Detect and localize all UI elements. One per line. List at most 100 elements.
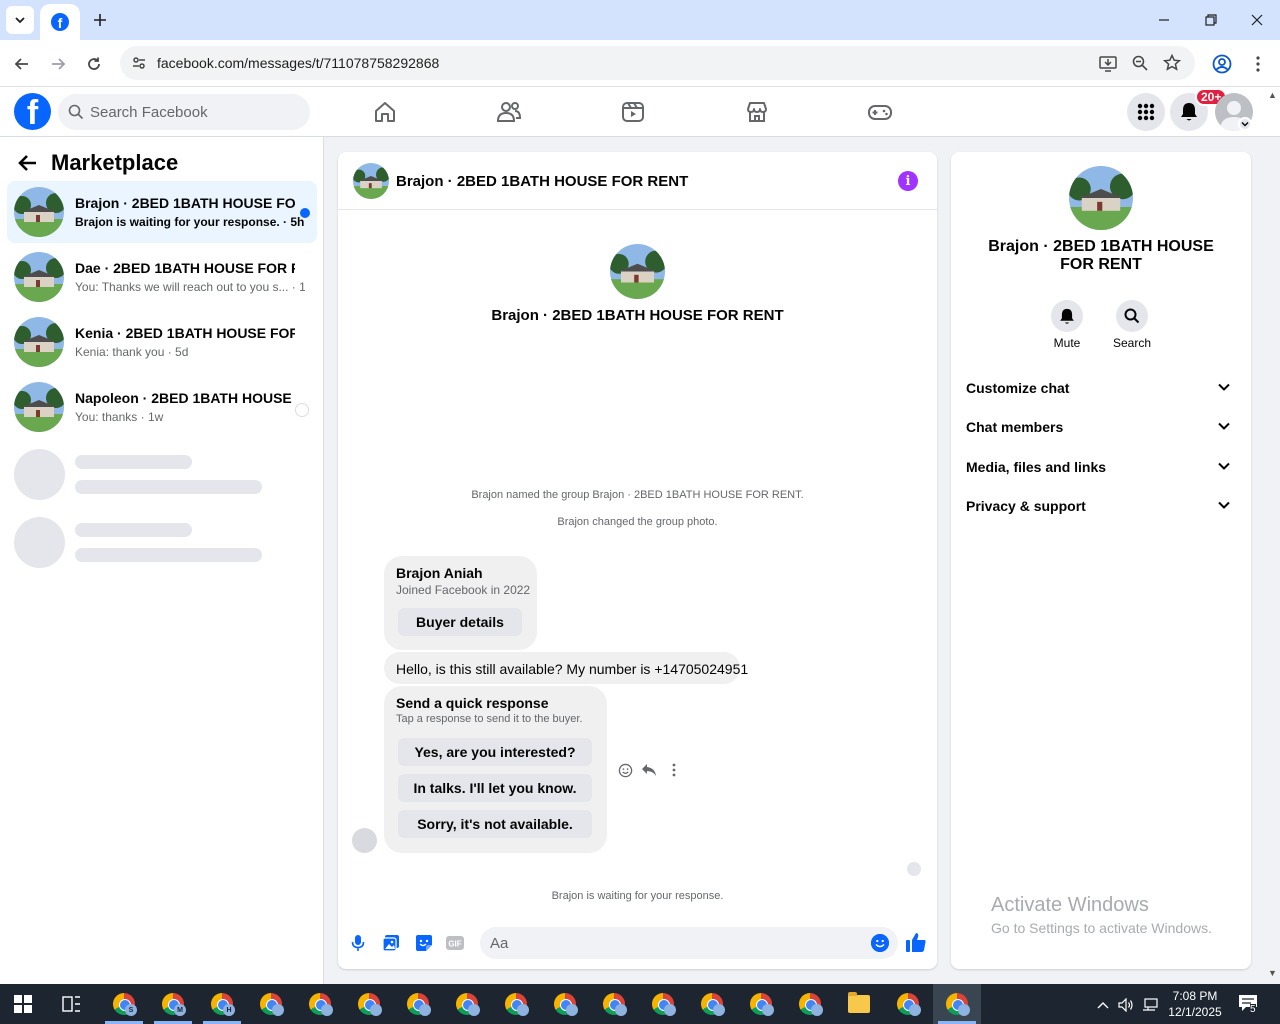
search-in-chat-button[interactable] <box>1116 300 1148 332</box>
taskbar-chrome-profile-m[interactable]: M <box>159 990 187 1018</box>
message-input[interactable] <box>490 927 850 959</box>
profile-user-icon <box>615 1004 627 1016</box>
buyer-details-button[interactable]: Buyer details <box>398 608 522 636</box>
info-icon[interactable]: i <box>898 171 918 191</box>
task-view-icon[interactable] <box>62 995 82 1013</box>
browser-tab-facebook[interactable]: f <box>40 4 80 40</box>
reload-button[interactable] <box>80 50 108 78</box>
taskbar-chrome-window[interactable] <box>453 990 481 1018</box>
system-clock[interactable]: 7:08 PM 12/1/2025 <box>1162 988 1228 1020</box>
address-bar[interactable]: facebook.com/messages/t/711078758292868 <box>120 46 1195 80</box>
taskbar-chrome-window[interactable] <box>600 990 628 1018</box>
tab-search-dropdown[interactable] <box>6 6 34 34</box>
sticker-button[interactable] <box>413 932 435 954</box>
taskbar-chrome-window[interactable] <box>747 990 775 1018</box>
taskbar-chrome-window[interactable] <box>306 990 334 1018</box>
listing-thumbnail <box>14 252 64 302</box>
nav-video[interactable] <box>617 97 649 127</box>
profile-user-icon <box>762 1004 774 1016</box>
smiley-icon <box>618 763 632 777</box>
taskbar-chrome-window[interactable] <box>404 990 432 1018</box>
loading-placeholder-avatar <box>14 517 65 568</box>
bookmark-star-icon[interactable] <box>1162 53 1182 73</box>
nav-friends[interactable] <box>493 97 525 127</box>
conversation-item-napoleon[interactable]: Napoleon · 2BED 1BATH HOUSE ... You: tha… <box>7 376 317 438</box>
profile-letter: H <box>223 1004 235 1016</box>
taskbar-chrome-window[interactable] <box>355 990 383 1018</box>
facebook-logo-icon[interactable]: f <box>14 93 51 130</box>
taskbar-chrome-active-window[interactable] <box>943 990 971 1018</box>
chat-avatar[interactable] <box>353 163 389 199</box>
quick-response-option[interactable]: Sorry, it's not available. <box>398 810 592 838</box>
minimize-button[interactable] <box>1141 0 1187 40</box>
mute-button[interactable] <box>1051 300 1083 332</box>
restore-button[interactable] <box>1188 0 1234 40</box>
voice-clip-button[interactable] <box>347 932 369 954</box>
taskbar-chrome-window[interactable] <box>894 990 922 1018</box>
conversation-item-dae[interactable]: Dae · 2BED 1BATH HOUSE FOR RE... You: Th… <box>7 246 317 308</box>
section-chat-members[interactable]: Chat members <box>959 408 1243 446</box>
section-customize-chat[interactable]: Customize chat <box>959 369 1243 407</box>
taskbar-chrome-window[interactable] <box>502 990 530 1018</box>
taskbar-chrome-profile-s[interactable]: S <box>110 990 138 1018</box>
zoom-icon[interactable] <box>1130 53 1150 73</box>
taskbar-chrome-window[interactable] <box>796 990 824 1018</box>
taskbar-chrome-window[interactable] <box>551 990 579 1018</box>
more-options-button[interactable] <box>664 760 684 780</box>
marketplace-title: Marketplace <box>51 150 179 175</box>
taskbar-chrome-profile-h[interactable]: H <box>208 990 236 1018</box>
section-label: Customize chat <box>966 380 1070 396</box>
network-icon[interactable] <box>1141 996 1159 1014</box>
react-button[interactable] <box>615 760 635 780</box>
show-hidden-icons[interactable] <box>1094 996 1112 1014</box>
nav-home[interactable] <box>369 97 401 127</box>
like-send-button[interactable] <box>905 931 927 953</box>
taskbar-file-explorer[interactable] <box>845 990 873 1018</box>
scrollbar-up-arrow[interactable]: ▲ <box>1268 90 1278 100</box>
reload-icon <box>88 57 100 70</box>
new-tab-button[interactable] <box>88 8 112 32</box>
chevron-down-icon <box>15 17 25 24</box>
nav-gaming[interactable] <box>864 97 896 127</box>
conversation-item-brajon[interactable]: Brajon · 2BED 1BATH HOUSE FO... Brajon i… <box>7 181 317 243</box>
install-app-icon[interactable] <box>1098 53 1118 73</box>
browser-profile-button[interactable] <box>1208 50 1236 78</box>
section-privacy-support[interactable]: Privacy & support <box>959 487 1243 525</box>
browser-menu-button[interactable] <box>1244 50 1272 78</box>
close-window-button[interactable] <box>1234 0 1280 40</box>
reply-button[interactable] <box>639 760 659 780</box>
site-info-icon[interactable] <box>130 54 148 72</box>
conversation-item-kenia[interactable]: Kenia · 2BED 1BATH HOUSE FOR R... Kenia:… <box>7 311 317 373</box>
message-bubble: Hello, is this still available? My numbe… <box>384 652 748 684</box>
chat-title[interactable]: Brajon · 2BED 1BATH HOUSE FOR RENT <box>396 173 688 190</box>
forward-button[interactable] <box>44 50 72 78</box>
account-caret[interactable] <box>1238 117 1252 131</box>
section-label: Media, files and links <box>966 459 1107 475</box>
chat-intro-avatar <box>610 244 665 299</box>
windows-start-icon[interactable] <box>14 995 32 1013</box>
nav-marketplace[interactable] <box>741 97 773 127</box>
taskbar-chrome-window[interactable] <box>698 990 726 1018</box>
emoji-button[interactable] <box>871 934 889 952</box>
scrollbar-down-arrow[interactable]: ▼ <box>1268 968 1278 978</box>
facebook-search-input[interactable] <box>90 94 300 130</box>
facebook-search[interactable] <box>58 94 310 130</box>
chat-info-panel: Brajon · 2BED 1BATH HOUSE FOR RENT Mute … <box>951 152 1251 969</box>
attach-media-button[interactable] <box>380 932 402 954</box>
quick-response-option[interactable]: Yes, are you interested? <box>398 738 592 766</box>
gif-button[interactable]: GIF <box>444 932 466 954</box>
system-message: Brajon named the group Brajon · 2BED 1BA… <box>471 489 804 501</box>
menu-button[interactable] <box>1127 93 1165 131</box>
back-to-chats-button[interactable] <box>16 151 40 175</box>
conversation-preview: You: Thanks we will reach out to you s..… <box>75 280 305 294</box>
quick-response-option[interactable]: In talks. I'll let you know. <box>398 774 592 802</box>
back-button[interactable] <box>8 50 36 78</box>
taskbar-chrome-window[interactable] <box>649 990 677 1018</box>
conversation-title: Napoleon · 2BED 1BATH HOUSE ... <box>75 390 295 406</box>
activate-windows-title: Activate Windows <box>991 894 1149 916</box>
profile-user-icon <box>419 1004 431 1016</box>
volume-icon[interactable] <box>1117 996 1135 1014</box>
section-media-files-links[interactable]: Media, files and links <box>959 448 1243 486</box>
taskbar-chrome-window[interactable] <box>257 990 285 1018</box>
message-composer[interactable] <box>480 927 898 959</box>
